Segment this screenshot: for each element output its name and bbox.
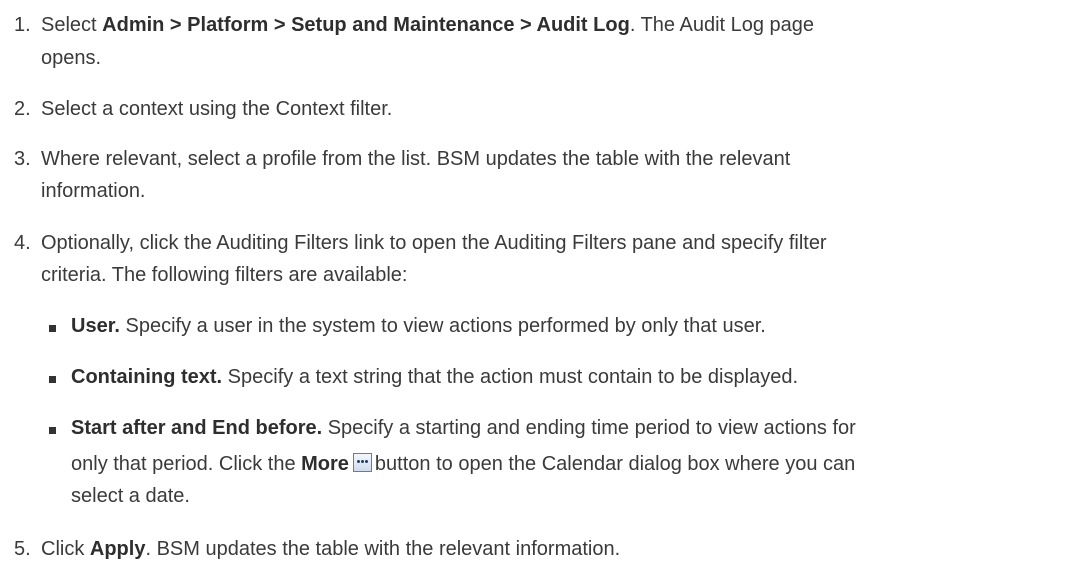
step-text-continuation: information. [41, 180, 146, 202]
ellipsis-button-icon [352, 453, 372, 472]
filter-term: User. [71, 315, 120, 337]
step-text: Where relevant, select a profile from th… [41, 148, 791, 170]
step-text-continuation: criteria. The following filters are avai… [41, 264, 408, 286]
step-text: Select a context using the Context filte… [41, 98, 393, 120]
step-number: 4. [14, 232, 31, 254]
bullet-icon [49, 427, 56, 434]
step-text-continuation: opens. [41, 47, 102, 69]
apply-label: Apply [89, 538, 146, 560]
menu-path: Admin > Platform > Setup and Maintenance… [102, 14, 630, 36]
filter-text: Containing text. Specify a text string t… [71, 366, 798, 388]
filter-term: Start after and End before. [71, 417, 323, 439]
step-number: 1. [14, 14, 31, 36]
bullet-icon [49, 376, 56, 383]
bullet-icon [49, 325, 56, 332]
filter-term: Containing text. [71, 366, 223, 388]
step-number: 3. [14, 148, 31, 170]
procedure-document: 1. Select Admin > Platform > Setup and M… [0, 0, 1087, 576]
step-text: Click Apply. BSM updates the table with … [41, 538, 621, 560]
filter-text-continuation: only that period. Click the More button t… [71, 453, 856, 475]
filter-text: User. Specify a user in the system to vi… [71, 315, 766, 337]
step-number: 2. [14, 98, 31, 120]
filter-text-continuation: select a date. [71, 485, 190, 507]
step-number: 5. [14, 538, 31, 560]
filter-text: Start after and End before. Specify a st… [71, 417, 856, 439]
more-label: More [301, 453, 349, 475]
step-text: Select Admin > Platform > Setup and Main… [41, 14, 815, 36]
step-text: Optionally, click the Auditing Filters l… [41, 232, 827, 254]
